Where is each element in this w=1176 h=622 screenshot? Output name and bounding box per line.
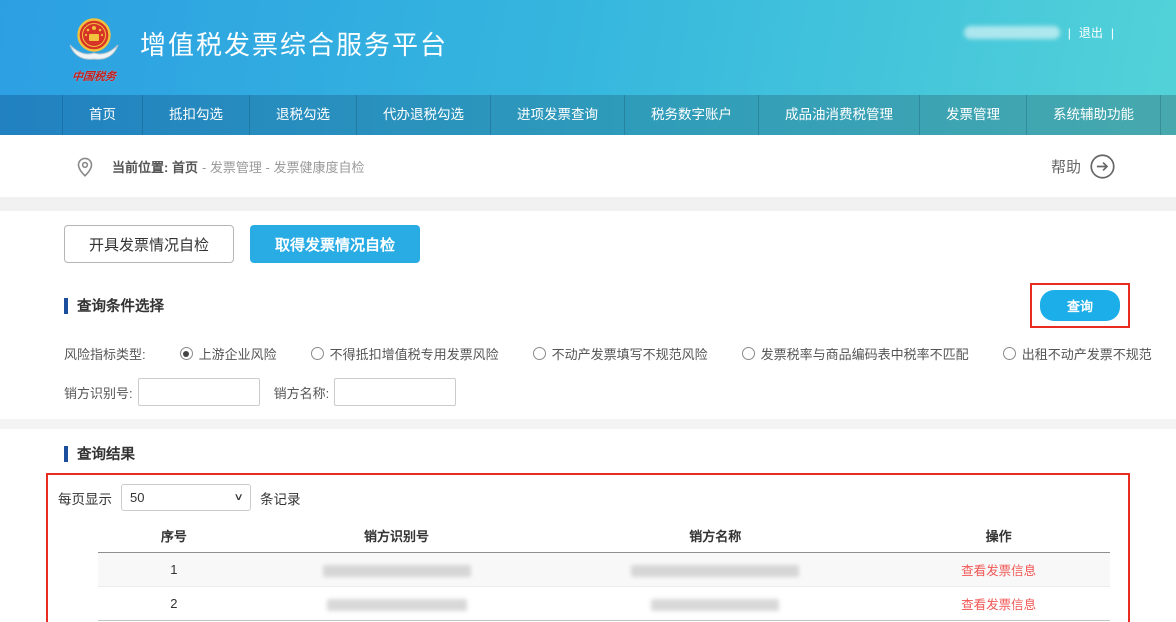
pagesize-prefix: 每页显示 (58, 488, 112, 508)
tab-obtained-invoice-selfcheck[interactable]: 取得发票情况自检 (250, 225, 420, 263)
nav-item-agent-refund-check[interactable]: 代办退税勾选 (357, 95, 491, 135)
table-row: 1 查看发票信息 (98, 553, 1110, 587)
pagesize-select[interactable]: 50 ∨ (121, 484, 251, 511)
nav-item-tax-refund-check[interactable]: 退税勾选 (250, 95, 357, 135)
separator: | (1111, 26, 1114, 40)
divider-strip (0, 197, 1176, 211)
radio-label: 上游企业风险 (199, 344, 277, 363)
arrow-right-circle-icon (1089, 153, 1116, 180)
seller-name-label: 销方名称: (274, 383, 330, 402)
nav-item-tax-digital-account[interactable]: 税务数字账户 (625, 95, 759, 135)
username-redacted (964, 26, 1060, 39)
radio-leased-real-estate-invoice-risk[interactable]: 出租不动产发票不规范 (1003, 344, 1152, 363)
radio-real-estate-invoice-fill-risk[interactable]: 不动产发票填写不规范风险 (533, 344, 708, 363)
main-content: 开具发票情况自检 取得发票情况自检 查询条件选择 查询 风险指标类型: 上游企业… (0, 225, 1176, 622)
help-label: 帮助 (1051, 156, 1081, 177)
national-emblem-icon (66, 15, 122, 67)
seller-filter-fields: 销方识别号: 销方名称: (46, 378, 1130, 406)
query-result-title: 查询结果 (46, 443, 135, 464)
logout-link[interactable]: 退出 (1079, 24, 1103, 41)
chevron-down-icon: ∨ (233, 492, 243, 503)
separator: | (1068, 26, 1071, 40)
annotation-red-box-results: 每页显示 50 ∨ 条记录 序号 销方识别号 销方名称 操作 1 (46, 473, 1130, 622)
seller-id-redacted (250, 553, 543, 587)
breadcrumb-current: 当前位置: 首页 (112, 157, 198, 176)
view-invoice-info-link[interactable]: 查看发票信息 (961, 598, 1036, 612)
risk-type-radio-group: 风险指标类型: 上游企业风险 不得抵扣增值税专用发票风险 不动产发票填写不规范风… (46, 344, 1130, 363)
pagesize-suffix: 条记录 (260, 488, 301, 508)
annotation-red-box-query: 查询 (1030, 283, 1130, 328)
seller-id-label: 销方识别号: (64, 383, 133, 402)
breadcrumb-trail: - 发票管理 - 发票健康度自检 (202, 157, 365, 176)
radio-non-deductible-vat-invoice-risk[interactable]: 不得抵扣增值税专用发票风险 (311, 344, 499, 363)
table-header-row: 序号 销方识别号 销方名称 操作 (98, 519, 1110, 553)
nav-item-home[interactable]: 首页 (62, 95, 143, 135)
radio-label: 出租不动产发票不规范 (1022, 344, 1152, 363)
column-header-seller-id: 销方识别号 (250, 519, 543, 553)
breadcrumb-bar: 当前位置: 首页 - 发票管理 - 发票健康度自检 帮助 (0, 135, 1176, 197)
column-header-action: 操作 (887, 519, 1110, 553)
radio-label: 发票税率与商品编码表中税率不匹配 (761, 344, 969, 363)
radio-unselected-icon (742, 347, 755, 360)
query-condition-title-text: 查询条件选择 (77, 295, 164, 316)
seller-id-redacted (250, 587, 543, 621)
query-condition-section-header: 查询条件选择 查询 (46, 283, 1130, 328)
logo-caption: 中国税务 (61, 68, 127, 84)
table-row: 2 查看发票信息 (98, 587, 1110, 621)
radio-tax-rate-mismatch-risk[interactable]: 发票税率与商品编码表中税率不匹配 (742, 344, 969, 363)
section-accent-bar (64, 298, 68, 314)
app-title: 增值税发票综合服务平台 (140, 25, 448, 62)
main-nav: 首页 抵扣勾选 退税勾选 代办退税勾选 进项发票查询 税务数字账户 成品油消费税… (0, 95, 1176, 135)
row-index: 1 (98, 553, 250, 587)
pagesize-value: 50 (130, 490, 144, 505)
redacted-value (327, 599, 467, 611)
nav-item-refined-oil-tax[interactable]: 成品油消费税管理 (759, 95, 920, 135)
seller-id-input[interactable] (138, 378, 260, 406)
radio-label: 不得抵扣增值税专用发票风险 (330, 344, 499, 363)
tax-emblem-logo: 中国税务 (62, 15, 126, 84)
user-area: | 退出 | (964, 24, 1114, 41)
radio-unselected-icon (1003, 347, 1016, 360)
section-accent-bar (64, 446, 68, 462)
nav-item-invoice-management[interactable]: 发票管理 (920, 95, 1027, 135)
query-result-title-text: 查询结果 (77, 443, 135, 464)
nav-item-input-invoice-query[interactable]: 进项发票查询 (491, 95, 625, 135)
redacted-value (631, 565, 799, 577)
results-table: 序号 销方识别号 销方名称 操作 1 查看发票信息 2 查看发票信息 (98, 519, 1110, 621)
help-button[interactable]: 帮助 (1051, 153, 1116, 180)
query-result-section-header: 查询结果 (46, 443, 1130, 464)
selfcheck-tabs: 开具发票情况自检 取得发票情况自检 (46, 225, 1130, 263)
divider-strip (0, 419, 1176, 429)
redacted-value (651, 599, 779, 611)
radio-label: 不动产发票填写不规范风险 (552, 344, 708, 363)
query-button[interactable]: 查询 (1040, 290, 1120, 321)
row-index: 2 (98, 587, 250, 621)
radio-unselected-icon (533, 347, 546, 360)
column-header-index: 序号 (98, 519, 250, 553)
seller-name-redacted (543, 587, 887, 621)
redacted-value (323, 565, 471, 577)
nav-item-system-aux[interactable]: 系统辅助功能 (1027, 95, 1161, 135)
nav-item-deduction-check[interactable]: 抵扣勾选 (143, 95, 250, 135)
risk-type-label: 风险指标类型: (64, 344, 146, 363)
radio-upstream-enterprise-risk[interactable]: 上游企业风险 (180, 344, 277, 363)
seller-name-input[interactable] (334, 378, 456, 406)
seller-name-redacted (543, 553, 887, 587)
pagesize-row: 每页显示 50 ∨ 条记录 (58, 484, 1118, 511)
location-pin-icon (72, 153, 98, 179)
column-header-seller-name: 销方名称 (543, 519, 887, 553)
radio-unselected-icon (311, 347, 324, 360)
view-invoice-info-link[interactable]: 查看发票信息 (961, 564, 1036, 578)
radio-selected-icon (180, 347, 193, 360)
app-header: 中国税务 增值税发票综合服务平台 | 退出 | (0, 0, 1176, 95)
tab-issued-invoice-selfcheck[interactable]: 开具发票情况自检 (64, 225, 234, 263)
query-condition-title: 查询条件选择 (46, 295, 164, 316)
